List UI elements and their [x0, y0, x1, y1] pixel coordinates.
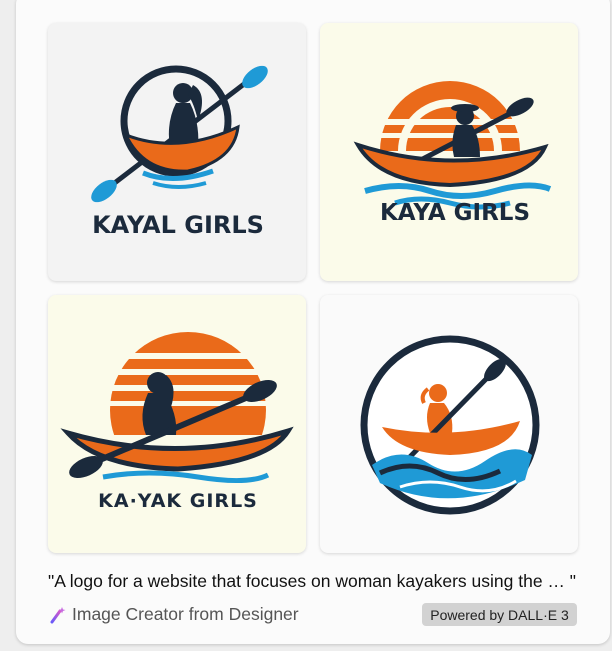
kayak-logo-4 [360, 335, 540, 515]
wand-icon [50, 606, 66, 623]
kayak-logo-1: KAYAL GIRLS [91, 65, 268, 239]
powered-by-badge: Powered by DALL·E 3 [422, 603, 577, 626]
logo-text-3: KA·YAK GIRLS [98, 490, 258, 512]
generated-image-2[interactable]: KAYA GIRLS [320, 23, 578, 281]
kayak-logo-3: KA·YAK GIRLS [60, 332, 294, 512]
image-creator-link[interactable]: Image Creator from Designer [48, 604, 299, 625]
prompt-caption: "A logo for a website that focuses on wo… [48, 571, 576, 591]
generated-image-3[interactable]: KA·YAK GIRLS [48, 295, 306, 553]
logo-text-2: KAYA GIRLS [380, 200, 530, 226]
generated-image-4[interactable] [320, 295, 578, 553]
logo-text-1: KAYAL GIRLS [92, 211, 264, 239]
kayak-logo-2: KAYA GIRLS [353, 81, 552, 226]
image-creator-label: Image Creator from Designer [72, 604, 299, 624]
generated-image-1[interactable]: KAYAL GIRLS [48, 23, 306, 281]
